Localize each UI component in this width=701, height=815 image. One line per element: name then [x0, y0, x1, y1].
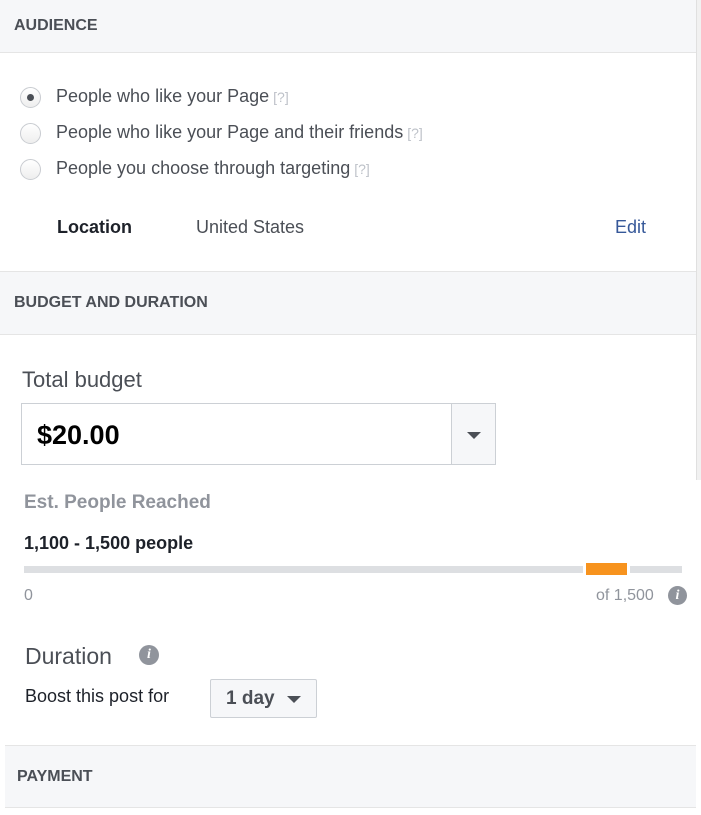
payment-header: PAYMENT	[5, 745, 696, 808]
radio-label[interactable]: People you choose through targeting [?]	[56, 158, 370, 179]
chevron-down-icon	[467, 432, 481, 439]
duration-dropdown[interactable]: 1 day	[210, 679, 317, 718]
audience-title: AUDIENCE	[14, 17, 98, 34]
chevron-down-icon	[287, 696, 301, 703]
budget-header: BUDGET AND DURATION	[0, 271, 696, 335]
edit-location-link[interactable]: Edit	[615, 217, 646, 238]
boost-label: Boost this post for	[25, 686, 170, 706]
info-icon[interactable]: i	[668, 586, 687, 605]
total-budget-input[interactable]: $20.00	[21, 403, 452, 465]
reach-value: 1,100 - 1,500 people	[24, 533, 194, 553]
audience-header: AUDIENCE	[0, 0, 696, 53]
info-icon[interactable]: i	[139, 645, 159, 665]
reach-range-marker	[583, 563, 630, 575]
reach-min: 0	[24, 587, 33, 604]
duration-label: Duration	[25, 643, 112, 669]
radio-page-likers-friends[interactable]	[20, 123, 41, 144]
help-icon[interactable]: [?]	[354, 161, 370, 177]
location-label: Location	[57, 217, 132, 237]
reach-label: Est. People Reached	[24, 492, 211, 513]
help-icon[interactable]: [?]	[407, 125, 423, 141]
reach-max: of 1,500	[596, 587, 654, 604]
location-value: United States	[196, 217, 305, 237]
payment-title: PAYMENT	[17, 767, 93, 785]
total-budget-label: Total budget	[22, 367, 142, 392]
radio-page-likers[interactable]	[20, 87, 41, 108]
budget-dropdown-button[interactable]	[451, 403, 496, 465]
reach-bar	[24, 563, 682, 575]
scrollbar[interactable]	[696, 0, 701, 480]
radio-label[interactable]: People who like your Page [?]	[56, 86, 289, 107]
radio-label[interactable]: People who like your Page and their frie…	[56, 122, 423, 143]
help-icon[interactable]: [?]	[273, 89, 289, 105]
budget-title: BUDGET AND DURATION	[14, 294, 208, 311]
radio-targeting[interactable]	[20, 159, 41, 180]
